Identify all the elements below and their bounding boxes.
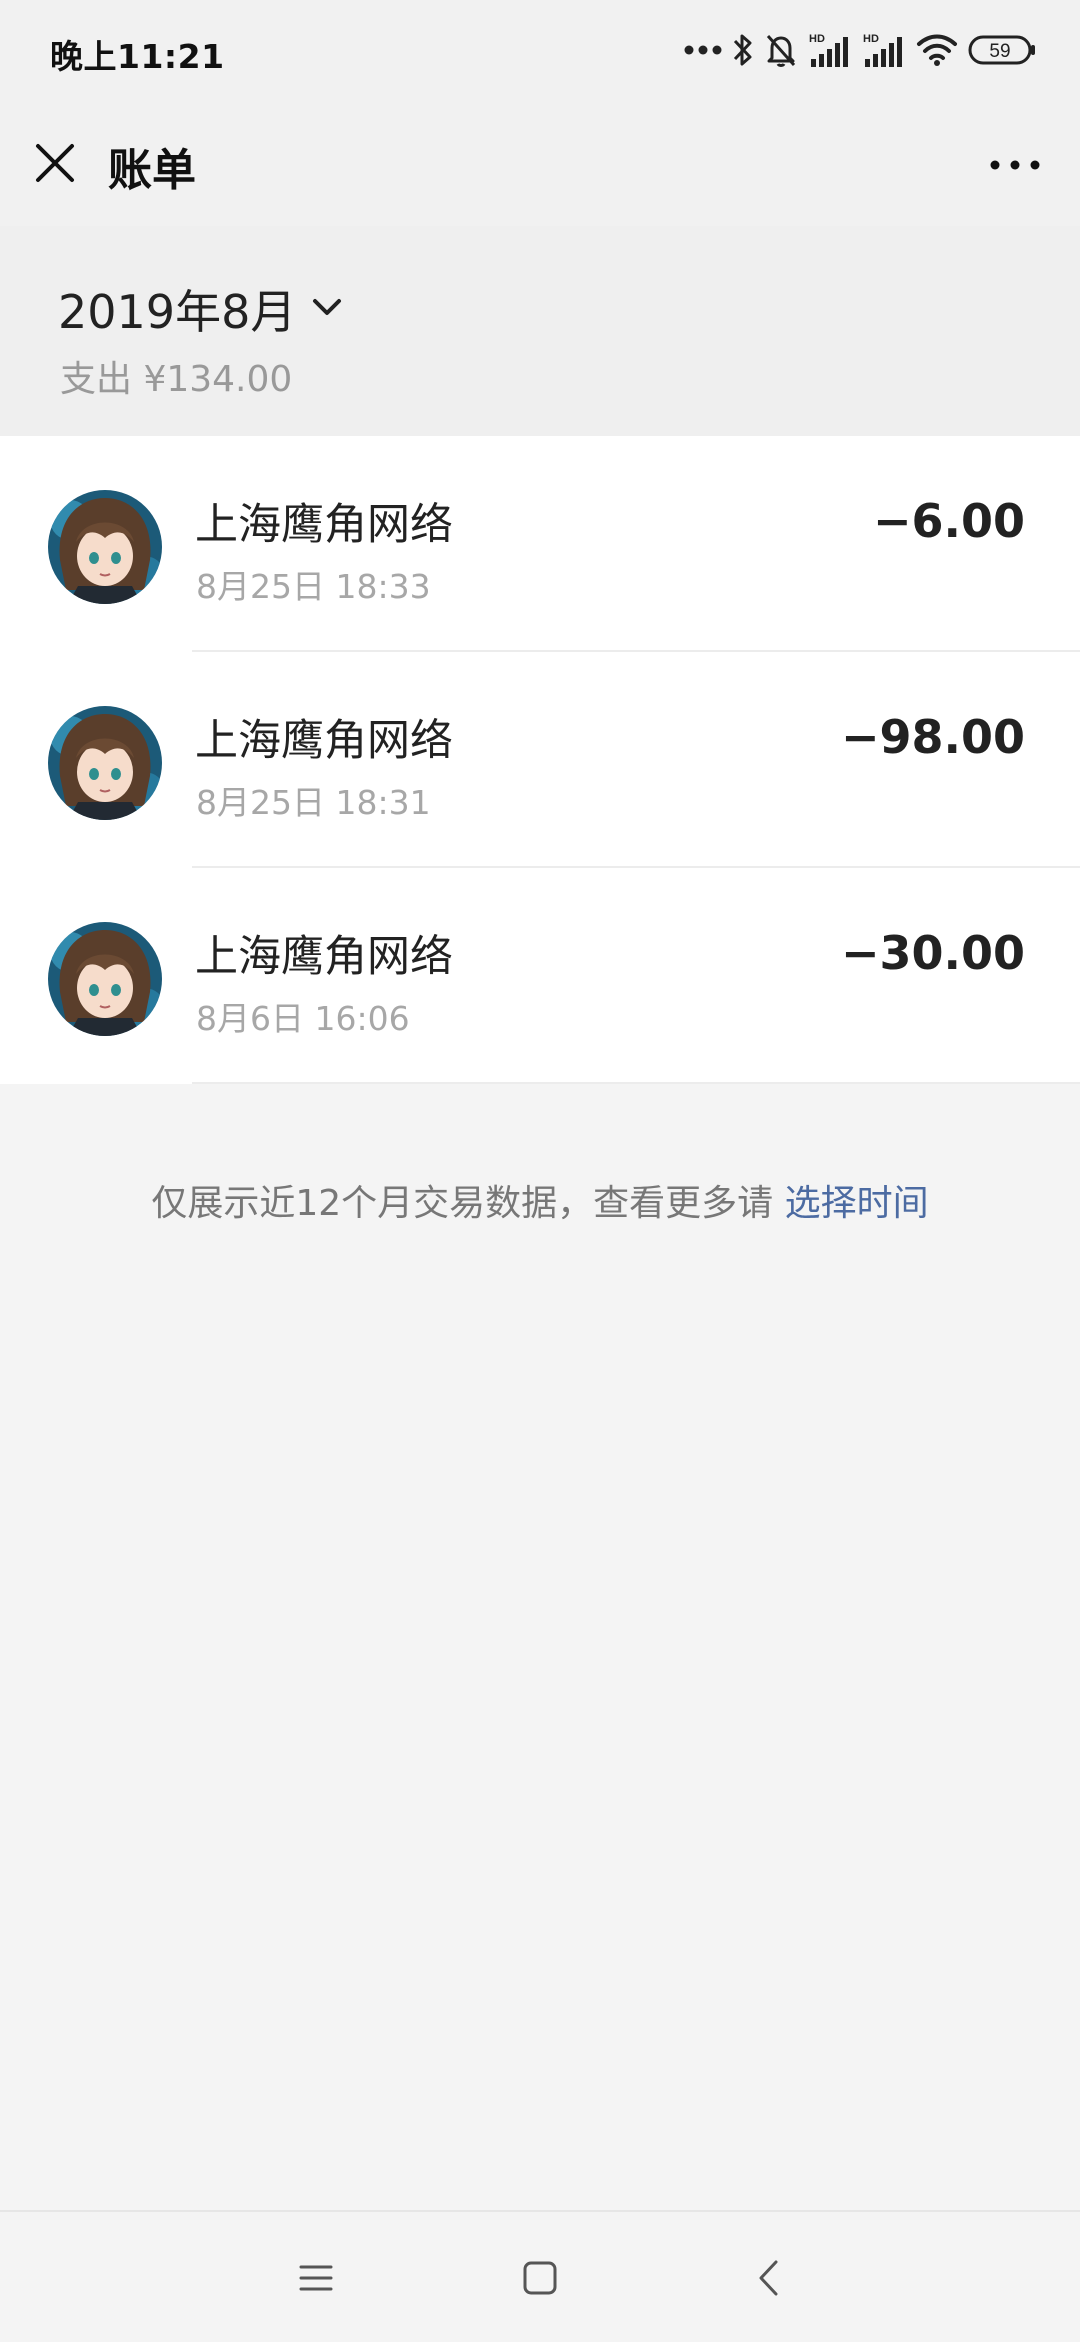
- svg-text:HD: HD: [863, 33, 879, 45]
- hd-signal-icon: HD: [862, 31, 906, 69]
- hd-signal-icon: HD: [808, 31, 852, 69]
- spend-summary: 支出 ¥134.00: [60, 359, 293, 400]
- wifi-icon: [916, 33, 958, 67]
- month-selector[interactable]: 2019年8月: [58, 276, 342, 342]
- row-divider: [192, 1082, 1080, 1084]
- transaction-amount: −30.00: [840, 926, 1025, 980]
- recents-button[interactable]: [286, 2250, 346, 2310]
- history-note-text: 仅展示近12个月交易数据，查看更多请: [151, 1183, 785, 1224]
- menu-icon: [298, 2263, 334, 2297]
- more-button[interactable]: [980, 140, 1050, 190]
- battery-icon: 59: [968, 33, 1038, 67]
- month-label: 2019年8月: [58, 285, 297, 339]
- close-button[interactable]: [28, 138, 82, 192]
- home-icon: [522, 2260, 558, 2300]
- merchant-name: 上海鹰角网络: [195, 932, 453, 982]
- transaction-amount: −6.00: [872, 494, 1025, 548]
- transaction-row[interactable]: 上海鹰角网络 8月25日 18:31 −98.00: [0, 652, 1080, 868]
- month-summary: 2019年8月 支出 ¥134.00: [0, 226, 1080, 436]
- home-button[interactable]: [510, 2250, 570, 2310]
- bluetooth-icon: [732, 32, 754, 68]
- status-bar: 晚上11:21 HD HD 59: [0, 0, 1080, 104]
- more-dots-icon: [989, 156, 1041, 175]
- transaction-list: 上海鹰角网络 8月25日 18:33 −6.00 上海鹰角网络 8月25日 18…: [0, 436, 1080, 1084]
- top-bar: 账单: [0, 104, 1080, 226]
- history-note: 仅展示近12个月交易数据，查看更多请 选择时间: [0, 1174, 1080, 1226]
- select-time-link[interactable]: 选择时间: [785, 1183, 929, 1224]
- merchant-name: 上海鹰角网络: [195, 500, 453, 550]
- merchant-name: 上海鹰角网络: [195, 716, 453, 766]
- svg-text:59: 59: [989, 41, 1010, 62]
- merchant-avatar: [48, 922, 162, 1036]
- more-dots-icon: [684, 43, 722, 57]
- merchant-avatar: [48, 490, 162, 604]
- back-icon: [756, 2259, 780, 2301]
- system-nav-bar: [0, 2210, 1080, 2342]
- transaction-time: 8月25日 18:33: [196, 567, 431, 606]
- page-title: 账单: [108, 145, 196, 196]
- transaction-row[interactable]: 上海鹰角网络 8月6日 16:06 −30.00: [0, 868, 1080, 1084]
- status-time: 晚上11:21: [50, 37, 225, 76]
- status-icons: HD HD 59: [684, 26, 1038, 74]
- transaction-row[interactable]: 上海鹰角网络 8月25日 18:33 −6.00: [0, 436, 1080, 652]
- svg-text:HD: HD: [809, 33, 825, 45]
- close-icon: [35, 143, 75, 187]
- transaction-amount: −98.00: [840, 710, 1025, 764]
- merchant-avatar: [48, 706, 162, 820]
- mute-bell-icon: [764, 32, 798, 68]
- transaction-time: 8月6日 16:06: [196, 999, 410, 1038]
- back-button[interactable]: [738, 2250, 798, 2310]
- chevron-down-icon: [312, 297, 342, 321]
- transaction-time: 8月25日 18:31: [196, 783, 431, 822]
